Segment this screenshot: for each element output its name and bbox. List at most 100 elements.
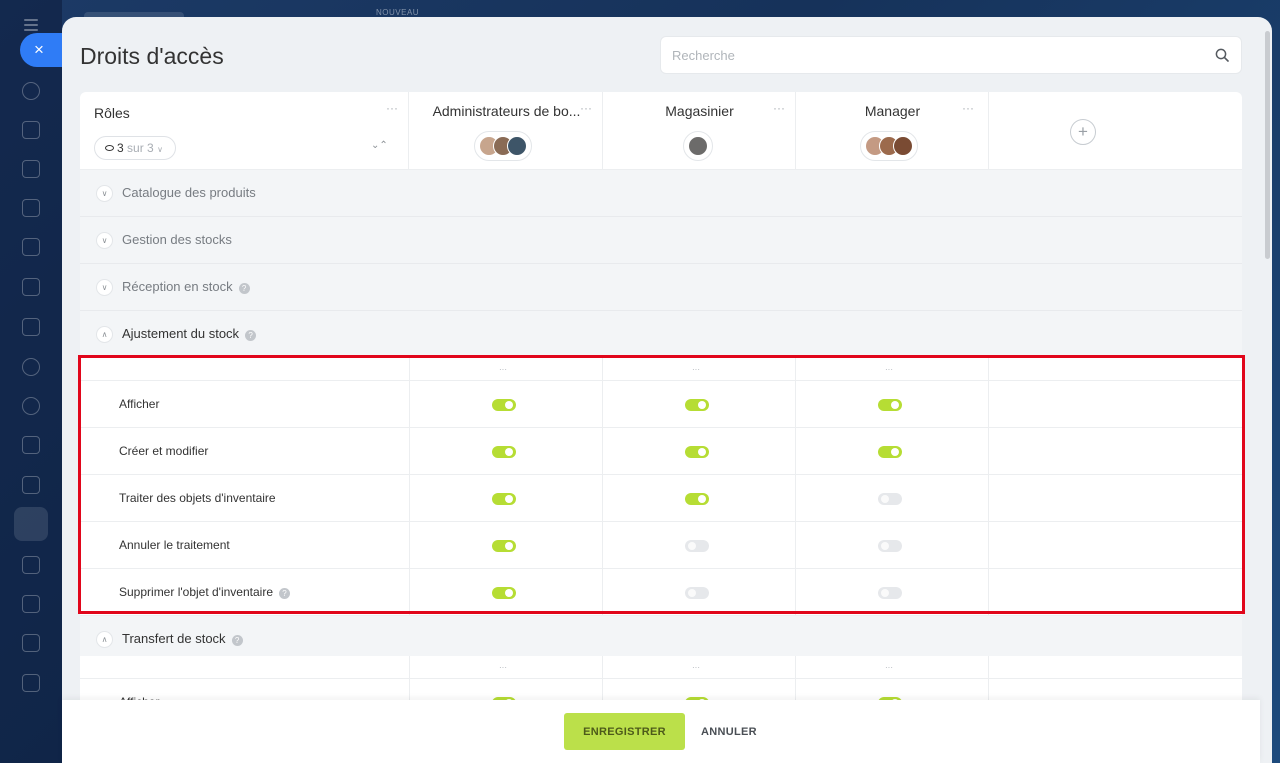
column-actions-row: ··· ··· ··· (80, 656, 1242, 679)
permission-toggle[interactable] (492, 446, 516, 458)
avatar (507, 136, 527, 156)
sidebar-icon-feed[interactable] (22, 82, 40, 100)
cancel-button[interactable]: ANNULER (694, 713, 764, 750)
role-name[interactable]: Manager (796, 103, 989, 119)
section-title-wrap: Transfert de stock? (122, 631, 243, 646)
avatar (688, 136, 708, 156)
sidebar-icon-boards[interactable] (22, 436, 40, 454)
sidebar-icon-contacts[interactable] (22, 358, 40, 376)
page-title: Droits d'accès (80, 43, 224, 69)
section-catalogue[interactable]: ∨ Catalogue des produits (80, 170, 1242, 217)
chevron-down-icon: ∨ (157, 145, 163, 154)
permission-row: Créer et modifier (80, 428, 1242, 475)
app-sidebar: × (0, 0, 64, 763)
permission-toggle[interactable] (492, 587, 516, 599)
permissions-table: Rôles ··· 3 sur 3 ∨ ⌄⌃ Administrateurs d… (80, 92, 1242, 712)
footer-bar: ENREGISTRER ANNULER (62, 700, 1260, 763)
permission-toggle[interactable] (685, 540, 709, 552)
access-rights-panel: Droits d'accès Rôles ··· 3 sur 3 ∨ ⌄⌃ Ad… (62, 17, 1272, 763)
sidebar-icon-mail[interactable] (22, 318, 40, 336)
role-more-icon[interactable]: ··· (580, 102, 592, 114)
permission-toggle[interactable] (878, 493, 902, 505)
column-more-icon[interactable]: ··· (885, 664, 893, 672)
chevron-down-icon[interactable]: ∨ (96, 232, 113, 249)
permission-label-text: Créer et modifier (119, 444, 209, 458)
expand-collapse-icon[interactable]: ⌄⌃ (371, 140, 388, 151)
chevron-down-icon[interactable]: ∨ (96, 185, 113, 202)
roles-filter-pill[interactable]: 3 sur 3 ∨ (94, 136, 176, 160)
permission-toggle[interactable] (492, 399, 516, 411)
permission-label: Annuler le traitement (119, 538, 230, 552)
section-stock-management[interactable]: ∨ Gestion des stocks (80, 217, 1242, 264)
sidebar-icon-docs[interactable] (22, 238, 40, 256)
permission-toggle[interactable] (492, 493, 516, 505)
help-icon[interactable]: ? (238, 283, 250, 294)
menu-icon[interactable] (24, 19, 38, 31)
permission-label-text: Afficher (119, 397, 160, 411)
help-icon[interactable]: ? (245, 330, 257, 341)
permission-label: Traiter des objets d'inventaire (119, 491, 276, 505)
column-more-icon[interactable]: ··· (692, 366, 700, 374)
help-icon[interactable]: ? (279, 588, 290, 599)
section-stock-adjustment[interactable]: ∧ Ajustement du stock? (80, 311, 1242, 358)
permission-toggle[interactable] (492, 540, 516, 552)
permission-toggle[interactable] (685, 493, 709, 505)
sidebar-icon-sites[interactable] (22, 397, 40, 415)
add-role-button[interactable]: + (1070, 119, 1096, 145)
roles-visible-count: 3 (117, 141, 124, 155)
role-avatars[interactable] (860, 131, 918, 161)
section-title: Catalogue des produits (122, 185, 256, 200)
help-icon[interactable]: ? (231, 635, 243, 646)
sidebar-icon-tasks[interactable] (22, 160, 40, 178)
role-more-icon[interactable]: ··· (962, 102, 974, 114)
role-avatars[interactable] (683, 131, 713, 161)
search-icon[interactable] (1215, 48, 1229, 62)
search-box (660, 36, 1242, 74)
column-more-icon[interactable]: ··· (692, 664, 700, 672)
chevron-up-icon[interactable]: ∧ (96, 631, 113, 648)
chevron-down-icon[interactable]: ∨ (96, 279, 113, 296)
close-panel-button[interactable]: × (20, 33, 64, 67)
section-title: Transfert de stock (122, 631, 226, 646)
role-avatars[interactable] (474, 131, 532, 161)
scrollbar[interactable] (1265, 31, 1270, 259)
column-more-icon[interactable]: ··· (885, 366, 893, 374)
permission-label: Supprimer l'objet d'inventaire? (119, 585, 290, 599)
sidebar-icon-card[interactable] (22, 634, 40, 652)
chevron-up-icon[interactable]: ∧ (96, 326, 113, 343)
roles-more-icon[interactable]: ··· (386, 102, 398, 114)
column-actions-row: ··· ··· ··· (80, 358, 1242, 381)
role-column-manager: Manager ··· (796, 92, 989, 170)
column-more-icon[interactable]: ··· (499, 664, 507, 672)
permission-label: Afficher (119, 397, 159, 411)
permission-toggle[interactable] (685, 399, 709, 411)
permission-toggle[interactable] (878, 399, 902, 411)
new-badge: NOUVEAU (376, 8, 420, 17)
sidebar-icon-chat[interactable] (22, 121, 40, 139)
sidebar-icon-box[interactable] (22, 556, 40, 574)
column-more-icon[interactable]: ··· (499, 366, 507, 374)
permission-label: Créer et modifier (119, 444, 208, 458)
role-name[interactable]: Administrateurs de bo... (410, 103, 603, 119)
permission-toggle[interactable] (878, 446, 902, 458)
sidebar-icon-cart[interactable] (22, 595, 40, 613)
section-title: Réception en stock (122, 279, 233, 294)
search-input[interactable] (661, 37, 1181, 73)
permission-toggle[interactable] (878, 587, 902, 599)
sidebar-icon-inventory-active[interactable] (14, 507, 48, 541)
eye-icon (105, 145, 114, 151)
role-more-icon[interactable]: ··· (773, 102, 785, 114)
permission-toggle[interactable] (685, 446, 709, 458)
section-stock-reception[interactable]: ∨ Réception en stock? (80, 264, 1242, 311)
section-title: Gestion des stocks (122, 232, 232, 247)
sidebar-icon-calendar[interactable] (22, 199, 40, 217)
sidebar-icon-more[interactable] (22, 674, 40, 692)
permission-toggle[interactable] (878, 540, 902, 552)
sidebar-icon-checklist[interactable] (22, 476, 40, 494)
role-name[interactable]: Magasinier (603, 103, 796, 119)
sidebar-icon-drive[interactable] (22, 278, 40, 296)
permission-toggle[interactable] (685, 587, 709, 599)
save-button[interactable]: ENREGISTRER (564, 713, 685, 750)
permission-label-text: Traiter des objets d'inventaire (119, 491, 276, 505)
permission-label-text: Supprimer l'objet d'inventaire (119, 585, 273, 599)
